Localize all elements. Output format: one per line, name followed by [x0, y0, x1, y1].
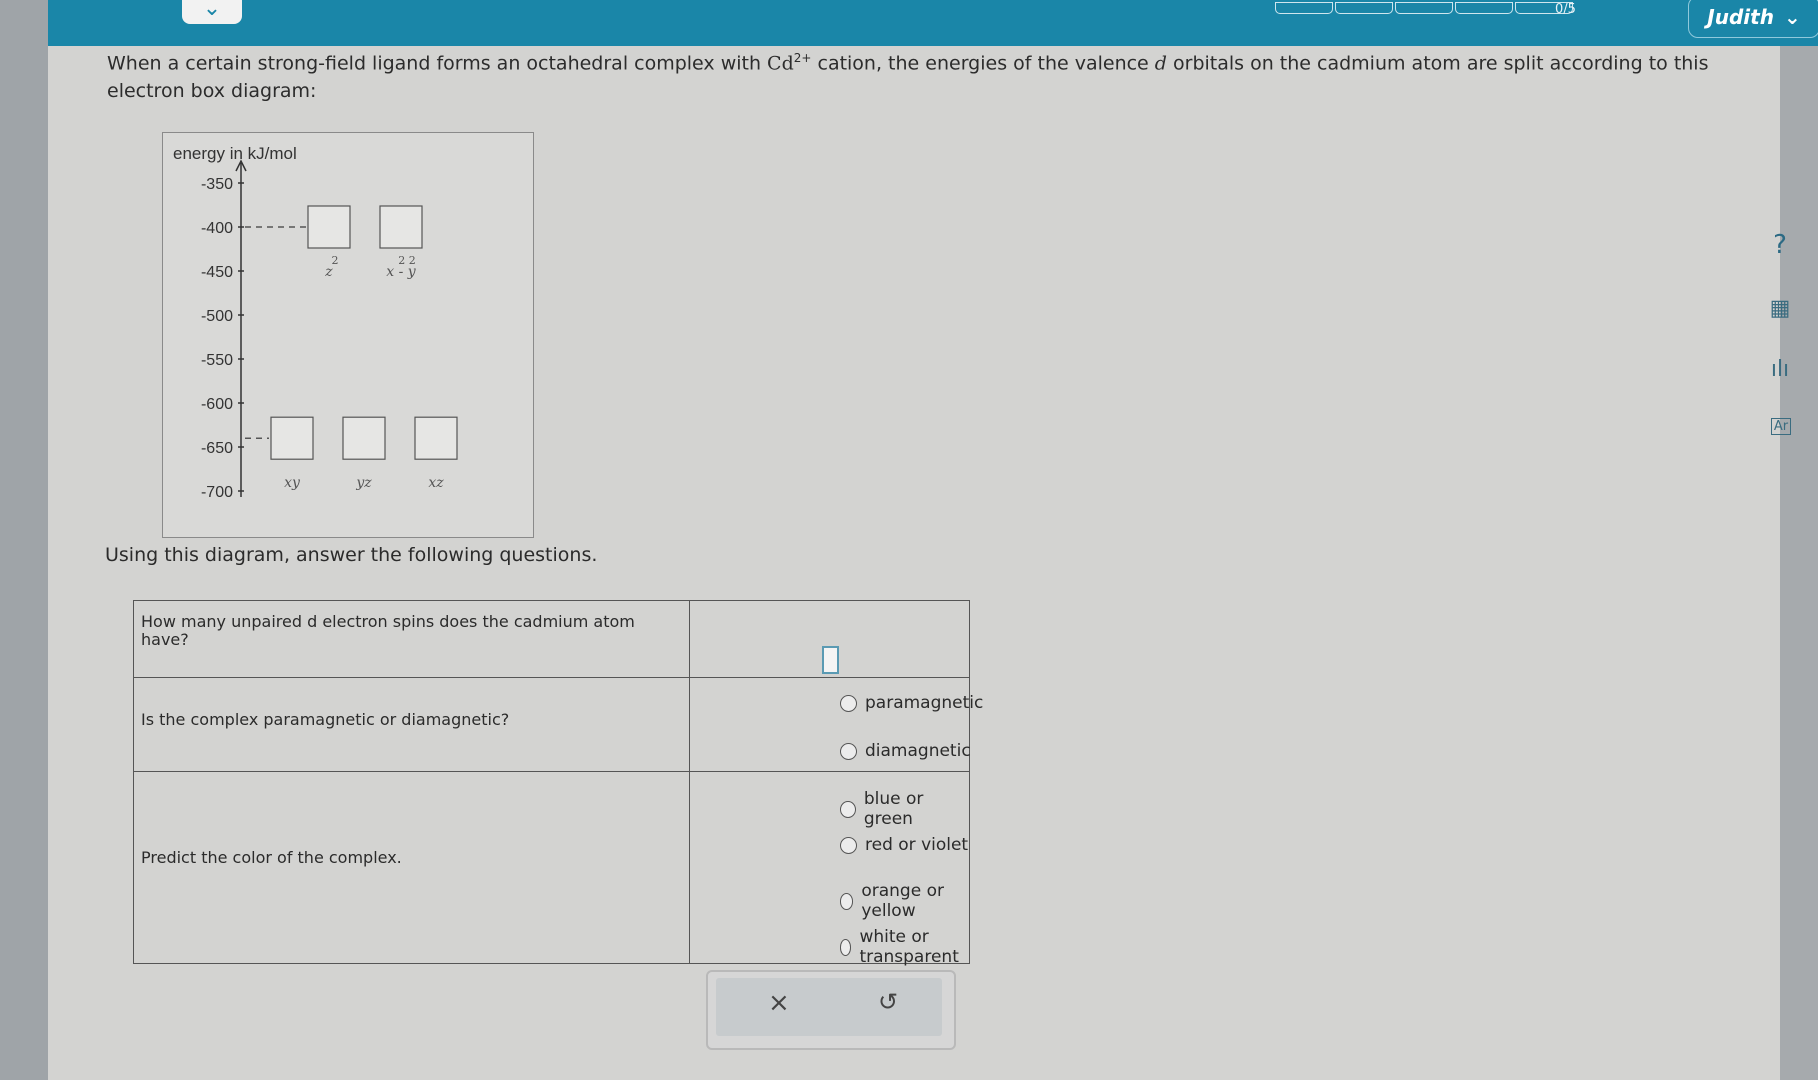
question-column	[134, 601, 690, 963]
radio-circle[interactable]	[840, 836, 857, 854]
orbital-label: xy	[284, 475, 301, 491]
undo-icon[interactable]: ↺	[878, 988, 898, 1016]
option-label: blue or green	[863, 789, 924, 829]
unpaired-electrons-input[interactable]	[822, 646, 839, 674]
progress-segment	[1395, 2, 1453, 14]
d-symbol: d	[1154, 52, 1167, 75]
orbital-superscript: 2 2	[398, 254, 416, 267]
orbital-box-z[interactable]	[307, 205, 351, 249]
tick-label: -600	[201, 396, 233, 413]
tick-label: -450	[201, 264, 233, 281]
radio-red-or-violet[interactable]: red or violet	[840, 835, 968, 855]
progress-segment	[1275, 2, 1333, 14]
radio-circle[interactable]	[840, 938, 852, 956]
orbital-box-xz[interactable]	[414, 416, 458, 460]
progress-segment	[1335, 2, 1393, 14]
axis-label: energy in kJ/mol	[173, 144, 297, 163]
radio-orange-or-yellow[interactable]: orange or yellow	[840, 881, 969, 921]
help-icon[interactable]: ?	[1760, 230, 1800, 260]
collapse-button[interactable]: ⌄	[182, 0, 242, 24]
data-chart-icon[interactable]: ılı	[1760, 357, 1800, 382]
cation-symbol: Cd	[767, 52, 794, 75]
question-intro: When a certain strong-field ligand forms…	[107, 44, 1727, 105]
close-icon[interactable]: ×	[768, 988, 790, 1018]
radio-circle[interactable]	[840, 800, 856, 818]
progress-label: 0/5	[1555, 2, 1576, 17]
action-panel: × ↺	[706, 970, 956, 1050]
question-color: Predict the color of the complex.	[141, 848, 402, 867]
question-magnetism: Is the complex paramagnetic or diamagnet…	[141, 710, 510, 729]
intro-text-1: When a certain strong-field ligand forms…	[107, 52, 768, 75]
chevron-down-icon: ⌄	[1783, 5, 1801, 29]
chevron-down-icon: ⌄	[202, 0, 222, 21]
orbital-box-xy[interactable]	[379, 205, 423, 249]
tick-label: -350	[201, 176, 233, 193]
orbital-label: yz	[355, 475, 372, 491]
prompt-text: Using this diagram, answer the following…	[105, 544, 598, 566]
orbital-label: xz	[428, 475, 444, 491]
orbital-box-yz[interactable]	[342, 416, 386, 460]
tick-label: -550	[201, 352, 233, 369]
tick-label: -500	[201, 308, 233, 325]
radio-circle[interactable]	[840, 892, 854, 910]
action-bar: × ↺	[716, 978, 942, 1036]
diagram-svg: energy in kJ/mol -350 -400 -450 -500 -550 -60…	[173, 144, 458, 501]
electron-box-diagram: energy in kJ/mol -350 -400 -450 -500 -550 -60…	[162, 132, 534, 538]
user-menu-button[interactable]: Judith ⌄	[1688, 0, 1818, 38]
radio-white-or-transparent[interactable]: white or transparent	[840, 927, 969, 967]
option-label: paramagnetic	[865, 693, 984, 713]
orbital-box-xy[interactable]	[270, 416, 314, 460]
left-margin	[0, 0, 48, 1080]
tick-label: -400	[201, 220, 233, 237]
option-label: white or transparent	[859, 927, 959, 967]
tool-sidebar: ? ▦ ılı Ar	[1760, 230, 1800, 471]
radio-blue-or-green[interactable]: blue or green	[840, 789, 969, 829]
radio-circle[interactable]	[840, 694, 857, 712]
user-name: Judith	[1707, 5, 1774, 29]
answer-table: How many unpaired d electron spins does …	[133, 600, 983, 967]
option-label: orange or yellow	[861, 881, 944, 921]
radio-paramagnetic[interactable]: paramagnetic	[840, 693, 983, 713]
tick-label: -650	[201, 440, 233, 457]
periodic-table-icon[interactable]: Ar	[1771, 418, 1791, 435]
cation-charge: 2+	[793, 51, 812, 65]
option-label: red or violet	[865, 835, 969, 855]
progress-bar	[1275, 2, 1573, 14]
orbital-superscript: 2	[332, 254, 339, 267]
option-label: diamagnetic	[865, 741, 971, 761]
tick-label: -700	[201, 484, 233, 501]
right-margin	[1780, 46, 1818, 1080]
calculator-icon[interactable]: ▦	[1760, 296, 1800, 321]
intro-text-2: cation, the energies of the valence	[811, 52, 1155, 75]
progress-segment	[1455, 2, 1513, 14]
radio-circle[interactable]	[840, 742, 857, 760]
question-unpaired-electrons: How many unpaired d electron spins does …	[141, 612, 635, 649]
radio-diamagnetic[interactable]: diamagnetic	[840, 741, 971, 761]
